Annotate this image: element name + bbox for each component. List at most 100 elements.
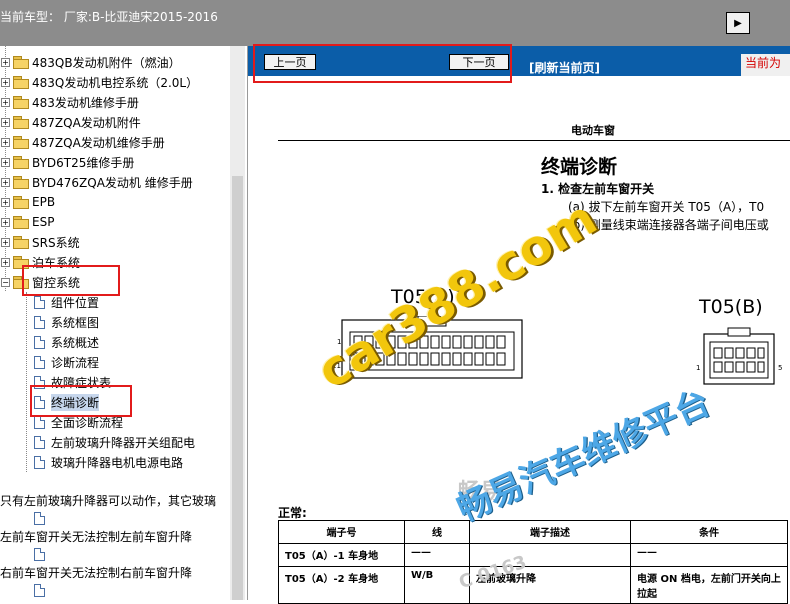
tree-long-label: 只有左前玻璃升降器可以动作，其它玻璃 bbox=[0, 493, 217, 508]
highlight-nav-buttons bbox=[253, 44, 512, 83]
table-header-row: 端子号 线 端子描述 条件 bbox=[278, 520, 788, 544]
tree-folder-label: BYD476ZQA发动机 维修手册 bbox=[32, 175, 193, 190]
current-model-label: 当前车型： 厂家:B-比亚迪宋2015-2016 bbox=[0, 10, 218, 24]
tree-folder-label: EPB bbox=[32, 195, 56, 209]
folder-icon bbox=[13, 236, 29, 249]
tree-guide-line bbox=[26, 292, 27, 472]
tree-doc-item[interactable] bbox=[34, 544, 51, 564]
highlight-window-control bbox=[22, 265, 120, 296]
tree-folder[interactable]: + EPB bbox=[1, 192, 55, 212]
folder-icon bbox=[13, 136, 29, 149]
tree-folder-label: 483发动机维修手册 bbox=[32, 95, 139, 110]
tree-folder[interactable]: +483Q发动机电控系统（2.0L） bbox=[1, 72, 198, 92]
table-row: T05（A）-2 车身地 W/B 左前玻璃升降 电源 ON 档电，左前门开关向上… bbox=[278, 566, 788, 604]
tree-folder[interactable]: +483QB发动机附件（燃油） bbox=[1, 52, 181, 72]
doc-heading: 终端诊断 bbox=[541, 156, 618, 178]
document-icon bbox=[34, 511, 45, 525]
expand-plus-icon[interactable]: + bbox=[1, 77, 10, 87]
section-title: 电动车窗 bbox=[571, 124, 615, 137]
tree-doc-label: 系统框图 bbox=[51, 315, 100, 330]
tree-folder-label: ESP bbox=[32, 215, 55, 229]
tree-doc-label: 左前玻璃升降器开关组配电 bbox=[51, 435, 196, 450]
tree-folder-label: 487ZQA发动机附件 bbox=[32, 115, 141, 130]
tree-folder[interactable]: + SRS系统 bbox=[1, 232, 80, 252]
table-cell: —— bbox=[630, 543, 788, 567]
table-cell: —— bbox=[404, 543, 470, 567]
folder-icon bbox=[13, 76, 29, 89]
folder-icon bbox=[13, 96, 29, 109]
document-icon bbox=[34, 435, 45, 449]
tree-scrollbar[interactable] bbox=[230, 46, 245, 600]
expand-plus-icon[interactable]: + bbox=[1, 137, 10, 147]
expand-plus-icon[interactable]: + bbox=[1, 57, 10, 67]
connector-b-diagram bbox=[703, 327, 775, 385]
tree-doc-item[interactable]: 系统概述 bbox=[34, 332, 99, 352]
document-icon bbox=[34, 315, 45, 329]
expand-plus-icon[interactable]: + bbox=[1, 177, 10, 187]
refresh-page-link[interactable]: [刷新当前页] bbox=[529, 59, 600, 76]
step-1a: (a) 拔下左前车窗开关 T05（A），T0 bbox=[568, 200, 765, 214]
tree-long-item[interactable]: 只有左前玻璃升降器可以动作，其它玻璃 bbox=[0, 490, 216, 510]
terminal-table: 端子号 线 端子描述 条件 T05（A）-1 车身地 —— —— T05（A）-… bbox=[278, 520, 788, 604]
tree-long-item[interactable]: 左前车窗开关无法控制左前车窗升降 bbox=[0, 526, 192, 546]
document-icon bbox=[34, 455, 45, 469]
tree-doc-item[interactable]: 左前玻璃升降器开关组配电 bbox=[34, 432, 195, 452]
highlight-terminal-diagnosis bbox=[30, 385, 132, 417]
tree-doc-label: 诊断流程 bbox=[51, 355, 100, 370]
table-header: 线 bbox=[404, 520, 470, 544]
tree-folder[interactable]: + BYD476ZQA发动机 维修手册 bbox=[1, 172, 193, 192]
folder-icon bbox=[13, 156, 29, 169]
connector-b-pin-1: 1 bbox=[696, 364, 701, 372]
tree-folder[interactable]: +487ZQA发动机附件 bbox=[1, 112, 141, 132]
tree-folder[interactable]: + BYD6T25维修手册 bbox=[1, 152, 134, 172]
expand-plus-icon[interactable]: + bbox=[1, 197, 10, 207]
table-header: 端子号 bbox=[278, 520, 405, 544]
tree-long-label: 左前车窗开关无法控制左前车窗升降 bbox=[0, 529, 193, 544]
tree-folder[interactable]: +487ZQA发动机维修手册 bbox=[1, 132, 165, 152]
table-cell: T05（A）-1 车身地 bbox=[278, 543, 405, 567]
connector-b-label: T05(B) bbox=[699, 296, 763, 318]
tree-folder[interactable]: +483发动机维修手册 bbox=[1, 92, 139, 112]
collapse-minus-icon[interactable]: − bbox=[1, 277, 10, 287]
tree-doc-label: 系统概述 bbox=[51, 335, 100, 350]
expand-plus-icon[interactable]: + bbox=[1, 157, 10, 167]
document-icon bbox=[34, 295, 45, 309]
tree-long-item[interactable]: 右前车窗开关无法控制右前车窗升降 bbox=[0, 562, 192, 582]
tree-folder-label: 483Q发动机电控系统（2.0L） bbox=[32, 75, 199, 90]
document-icon bbox=[34, 335, 45, 349]
expand-plus-icon[interactable]: + bbox=[1, 257, 10, 267]
tree-folder[interactable]: + ESP bbox=[1, 212, 54, 232]
tree-long-label: 右前车窗开关无法控制右前车窗升降 bbox=[0, 565, 193, 580]
document-icon bbox=[34, 415, 45, 429]
table-header: 条件 bbox=[630, 520, 788, 544]
folder-icon bbox=[13, 216, 29, 229]
step-1: 1. 检查左前车窗开关 bbox=[541, 182, 655, 196]
document-icon bbox=[34, 355, 45, 369]
document-icon bbox=[34, 547, 45, 561]
current-page-label: 当前为 bbox=[741, 54, 790, 76]
tree-doc-label: 玻璃升降器电机电源电路 bbox=[51, 455, 184, 470]
folder-icon bbox=[13, 196, 29, 209]
tree-doc-item[interactable] bbox=[34, 580, 51, 600]
tree-folder-label: 483QB发动机附件（燃油） bbox=[32, 55, 181, 70]
normal-label: 正常: bbox=[278, 506, 307, 520]
tree-doc-item[interactable]: 诊断流程 bbox=[34, 352, 99, 372]
table-cell: T05（A）-2 车身地 bbox=[278, 566, 405, 604]
folder-icon bbox=[13, 176, 29, 189]
section-rule bbox=[278, 140, 790, 141]
tree-doc-item[interactable] bbox=[34, 508, 51, 528]
folder-icon bbox=[13, 56, 29, 69]
catalog-tree: +483QB发动机附件（燃油） +483Q发动机电控系统（2.0L） +483发… bbox=[0, 46, 230, 600]
expand-plus-icon[interactable]: + bbox=[1, 237, 10, 247]
expand-plus-icon[interactable]: + bbox=[1, 97, 10, 107]
arrow-right-icon[interactable]: ▶ bbox=[726, 12, 750, 34]
scrollbar-thumb[interactable] bbox=[232, 176, 243, 600]
tree-doc-item[interactable]: 系统框图 bbox=[34, 312, 99, 332]
folder-icon bbox=[13, 116, 29, 129]
tree-folder-label: BYD6T25维修手册 bbox=[32, 155, 135, 170]
expand-plus-icon[interactable]: + bbox=[1, 117, 10, 127]
tree-doc-label: 组件位置 bbox=[51, 295, 100, 310]
expand-plus-icon[interactable]: + bbox=[1, 217, 10, 227]
document-icon bbox=[34, 583, 45, 597]
tree-doc-item[interactable]: 玻璃升降器电机电源电路 bbox=[34, 452, 183, 472]
